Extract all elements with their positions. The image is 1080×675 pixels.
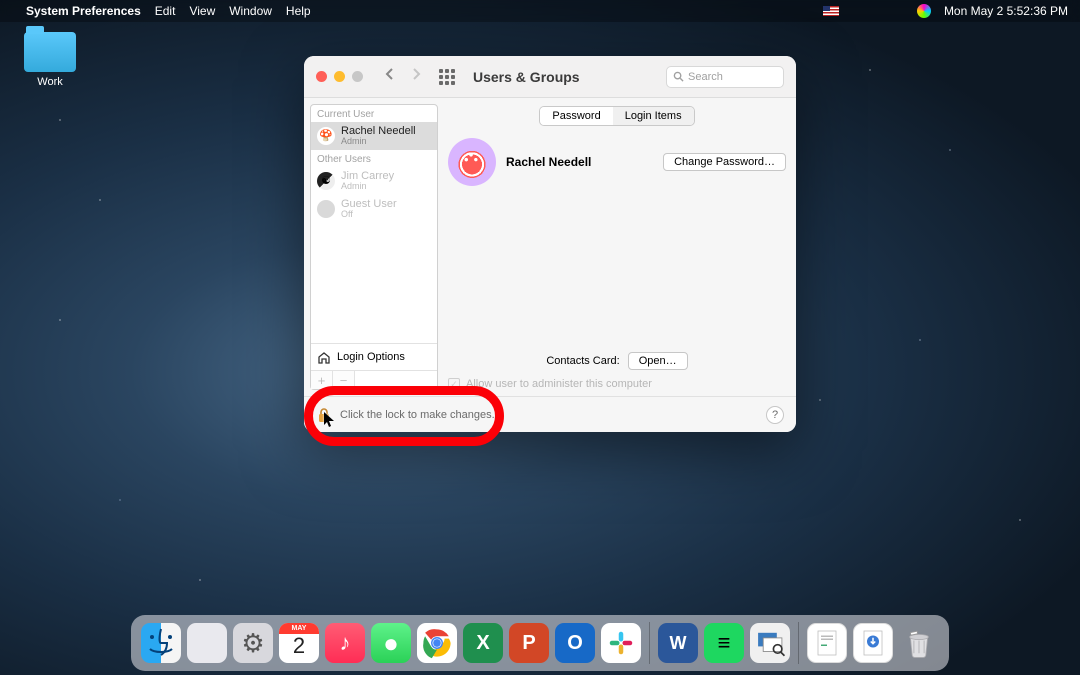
login-options-button[interactable]: Login Options [311, 343, 437, 370]
sidebar-section-current: Current User [311, 105, 437, 122]
clock-text[interactable]: Mon May 2 5:52:36 PM [944, 4, 1068, 18]
help-button[interactable]: ? [766, 406, 784, 424]
dock-word[interactable] [658, 623, 698, 663]
dock-messages[interactable] [371, 623, 411, 663]
tab-login-items[interactable]: Login Items [613, 107, 694, 125]
forward-button[interactable] [409, 67, 423, 86]
close-button[interactable] [316, 71, 327, 82]
show-all-button[interactable] [439, 69, 455, 85]
back-button[interactable] [383, 67, 397, 86]
window-titlebar: Users & Groups Search [304, 56, 796, 98]
menu-view[interactable]: View [189, 4, 215, 18]
search-placeholder: Search [688, 71, 723, 83]
user-avatar[interactable] [448, 138, 496, 186]
dock: MAY 2 [131, 615, 949, 671]
users-sidebar: Current User 🍄 Rachel Needell Admin Othe… [310, 104, 438, 390]
dock-excel[interactable] [463, 623, 503, 663]
add-user-button[interactable]: + [311, 371, 333, 389]
dock-trash[interactable] [899, 623, 939, 663]
open-contacts-button[interactable]: Open… [628, 352, 688, 370]
user-display-name: Rachel Needell [506, 155, 591, 169]
menu-bar: System Preferences Edit View Window Help… [0, 0, 1080, 22]
dock-preview[interactable] [750, 623, 790, 663]
remove-user-button[interactable]: − [333, 371, 355, 389]
user-role: Off [341, 210, 397, 220]
menu-help[interactable]: Help [286, 4, 311, 18]
menu-window[interactable]: Window [229, 4, 272, 18]
dock-spotify[interactable] [704, 623, 744, 663]
avatar-icon: ☯ [317, 172, 335, 190]
system-preferences-window: Users & Groups Search Current User 🍄 Rac… [304, 56, 796, 432]
dock-downloads[interactable] [853, 623, 893, 663]
tabs: Password Login Items [539, 106, 694, 126]
window-footer: Click the lock to make changes. ? [304, 396, 796, 432]
zoom-button[interactable] [352, 71, 363, 82]
dock-powerpoint[interactable] [509, 623, 549, 663]
dock-launchpad[interactable] [187, 623, 227, 663]
contacts-card-label: Contacts Card: [546, 355, 619, 367]
lock-text: Click the lock to make changes. [340, 409, 495, 421]
user-role: Admin [341, 182, 394, 192]
dock-separator [798, 622, 799, 664]
desktop-folder-work[interactable]: Work [18, 32, 82, 88]
minimize-button[interactable] [334, 71, 345, 82]
dock-chrome[interactable] [417, 623, 457, 663]
dock-calendar[interactable]: MAY 2 [279, 623, 319, 663]
input-source-icon[interactable] [823, 6, 839, 16]
dock-slack[interactable] [601, 623, 641, 663]
dock-document[interactable] [807, 623, 847, 663]
window-title: Users & Groups [473, 69, 580, 85]
folder-icon [24, 32, 76, 72]
menu-edit[interactable]: Edit [155, 4, 176, 18]
user-role: Admin [341, 137, 416, 147]
traffic-lights [316, 71, 363, 82]
tab-password[interactable]: Password [540, 107, 612, 125]
change-password-button[interactable]: Change Password… [663, 153, 786, 171]
search-input[interactable]: Search [666, 66, 784, 88]
folder-label: Work [18, 76, 82, 88]
dock-music[interactable] [325, 623, 365, 663]
dock-outlook[interactable] [555, 623, 595, 663]
dock-system-preferences[interactable] [233, 623, 273, 663]
calendar-day: 2 [279, 633, 319, 659]
sidebar-user-jim[interactable]: ☯ Jim Carrey Admin [311, 167, 437, 195]
sidebar-user-guest[interactable]: Guest User Off [311, 195, 437, 223]
login-options-label: Login Options [337, 351, 405, 363]
admin-checkbox-label: Allow user to administer this computer [466, 378, 652, 390]
siri-icon[interactable] [917, 4, 931, 18]
cursor-icon [323, 411, 337, 429]
sidebar-user-current[interactable]: 🍄 Rachel Needell Admin [311, 122, 437, 150]
main-panel: Password Login Items Rachel Needell Chan… [438, 98, 796, 396]
avatar-icon [317, 200, 335, 218]
dock-separator [649, 622, 650, 664]
admin-checkbox: ✓ [448, 378, 460, 390]
avatar-icon: 🍄 [317, 127, 335, 145]
dock-finder[interactable] [141, 623, 181, 663]
app-menu[interactable]: System Preferences [26, 4, 141, 18]
sidebar-section-other: Other Users [311, 150, 437, 167]
